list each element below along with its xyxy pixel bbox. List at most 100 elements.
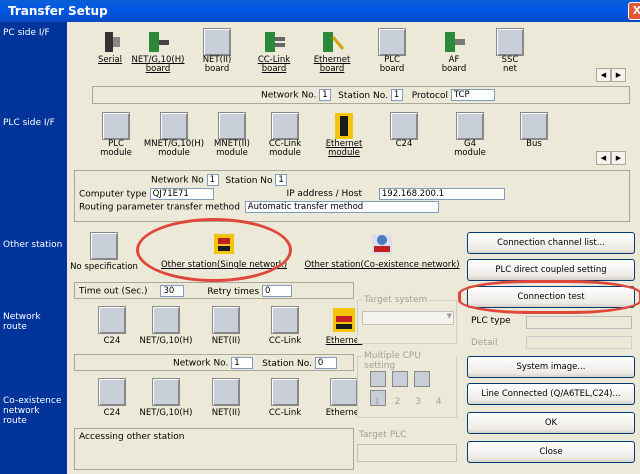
- pc-netg10-board[interactable]: NET/G,10(H) board: [128, 28, 188, 74]
- pc-serial[interactable]: Serial: [92, 28, 128, 65]
- route-station-no-field[interactable]: 0: [314, 357, 337, 369]
- route-network-no-field[interactable]: 1: [231, 357, 254, 369]
- plc-g4-module[interactable]: G4 module: [448, 112, 492, 158]
- pc-plc-board[interactable]: PLC board: [372, 28, 412, 74]
- route-c24[interactable]: C24: [92, 306, 132, 346]
- ssc-net-icon: [496, 28, 524, 56]
- network-route-settings: Network No. 1 Station No. 0: [74, 354, 354, 371]
- routing-method-field[interactable]: Automatic transfer method: [244, 201, 439, 213]
- netii-icon: [212, 378, 240, 406]
- sidebar-network-route: Network route: [3, 312, 41, 332]
- plc-direct-button[interactable]: PLC direct coupled setting: [467, 259, 635, 281]
- c24-icon: [98, 306, 126, 334]
- netg10-icon: [152, 306, 180, 334]
- board-icon: [144, 28, 172, 56]
- ok-button[interactable]: OK: [467, 412, 635, 434]
- sidebar-plc-side: PLC side I/F: [3, 118, 55, 128]
- serial-cable-icon: [96, 28, 124, 56]
- network-route-items: C24 NET/G,10(H) NET(II) CC-Link Ethernet: [92, 306, 366, 346]
- detail-field: [526, 336, 632, 349]
- plc-cclink-module[interactable]: CC-Link module: [260, 112, 310, 158]
- pc-ethernet-board[interactable]: Ethernet board: [308, 28, 356, 74]
- cpu-2-button[interactable]: [392, 371, 408, 387]
- timeout-settings: Time out (Sec.) 30 Retry times 0: [74, 282, 354, 299]
- plc-c24[interactable]: C24: [384, 112, 424, 149]
- scroll-left-icon[interactable]: ◀: [596, 151, 611, 165]
- cclink-board-icon: [260, 28, 288, 56]
- connection-channel-button[interactable]: Connection channel list...: [467, 232, 635, 254]
- plc-side-settings: Network No 1 Station No 1 Computer type …: [74, 170, 630, 222]
- retry-field[interactable]: 0: [262, 285, 293, 297]
- sidebar-other-station: Other station: [3, 240, 63, 250]
- route-netg10[interactable]: NET/G,10(H): [136, 306, 196, 346]
- title-bar: Transfer Setup X: [0, 0, 640, 22]
- mnetii-module-icon: [218, 112, 246, 140]
- other-station-coexist[interactable]: Other station(Co-existence network): [304, 230, 460, 270]
- close-button[interactable]: Close: [467, 441, 635, 463]
- netii-icon: [212, 306, 240, 334]
- other-station-no-spec[interactable]: No specification: [70, 232, 138, 272]
- coexist-cclink[interactable]: CC-Link: [260, 378, 310, 418]
- plc-network-no-field[interactable]: 1: [206, 174, 219, 186]
- coexist-netg10[interactable]: NET/G,10(H): [136, 378, 196, 418]
- plc-ethernet-module[interactable]: Ethernet module: [322, 112, 366, 158]
- plc-mnetii-module[interactable]: MNET(II) module: [210, 112, 254, 158]
- plc-board-icon: [378, 28, 406, 56]
- sidebar: PC side I/F PLC side I/F Other station N…: [0, 22, 67, 474]
- mnetg10-module-icon: [160, 112, 188, 140]
- target-system-group: Target system ▼: [357, 295, 457, 344]
- plc-module-icon: [102, 112, 130, 140]
- plc-station-no-field[interactable]: 1: [275, 174, 288, 186]
- plc-mnetg10-module[interactable]: MNET/G,10(H) module: [142, 112, 206, 158]
- cclink-icon: [271, 306, 299, 334]
- ethernet-route-icon: [330, 306, 358, 334]
- transfer-setup-window: Transfer Setup X PC side I/F PLC side I/…: [0, 0, 640, 474]
- coexistence-network-icon: [368, 230, 396, 258]
- pc-ssc-net[interactable]: SSC net: [490, 28, 530, 74]
- line-connected-button[interactable]: Line Connected (Q/A6TEL,C24)...: [467, 383, 635, 405]
- scroll-right-icon[interactable]: ▶: [611, 151, 626, 165]
- protocol-field[interactable]: TCP: [450, 89, 495, 101]
- target-plc-box: [357, 444, 457, 462]
- detail-label: Detail: [471, 338, 498, 348]
- close-icon[interactable]: X: [628, 2, 640, 20]
- plc-side-items: PLC module MNET/G,10(H) module MNET(II) …: [96, 112, 554, 158]
- pc-netii-board[interactable]: NET(II) board: [196, 28, 238, 74]
- highlight-ring-single: [136, 218, 292, 282]
- computer-type-field[interactable]: QJ71E71: [149, 187, 214, 200]
- ethernet-board-icon: [318, 28, 346, 56]
- pc-side-items: Serial NET/G,10(H) board NET(II) board C…: [92, 28, 530, 74]
- pc-station-no-field[interactable]: 1: [390, 89, 403, 101]
- plc-module[interactable]: PLC module: [96, 112, 136, 158]
- scroll-right-icon[interactable]: ▶: [611, 68, 626, 82]
- netii-board-icon: [203, 28, 231, 56]
- ip-address-field[interactable]: 192.168.200.1: [378, 187, 505, 200]
- cpu-3-button[interactable]: [414, 371, 430, 387]
- plc-side-scroll[interactable]: ◀ ▶: [596, 151, 626, 165]
- system-image-button[interactable]: System image...: [467, 356, 635, 378]
- plc-bus[interactable]: Bus: [514, 112, 554, 149]
- coexist-c24[interactable]: C24: [92, 378, 132, 418]
- cpu-1-button[interactable]: [370, 371, 386, 387]
- pc-network-no-field[interactable]: 1: [319, 89, 332, 101]
- scroll-left-icon[interactable]: ◀: [596, 68, 611, 82]
- target-system-dropdown[interactable]: ▼: [362, 311, 454, 325]
- coexist-route-items: C24 NET/G,10(H) NET(II) CC-Link Ethernet: [92, 378, 366, 418]
- pc-cclink-board[interactable]: CC-Link board: [246, 28, 302, 74]
- pc-side-settings: Network No. 1 Station No. 1 Protocol TCP: [92, 86, 630, 104]
- pc-side-scroll[interactable]: ◀ ▶: [596, 68, 626, 82]
- bus-icon: [520, 112, 548, 140]
- netg10-icon: [152, 378, 180, 406]
- plc-type-label: PLC type: [471, 316, 511, 326]
- timeout-field[interactable]: 30: [160, 285, 185, 297]
- route-cclink[interactable]: CC-Link: [260, 306, 310, 346]
- c24-icon: [390, 112, 418, 140]
- ethernet-module-icon: [330, 112, 358, 140]
- coexist-netii[interactable]: NET(II): [206, 378, 246, 418]
- window-title: Transfer Setup: [8, 4, 108, 18]
- no-specification-icon: [90, 232, 118, 260]
- pc-af-board[interactable]: AF board: [432, 28, 476, 74]
- g4-module-icon: [456, 112, 484, 140]
- route-netii[interactable]: NET(II): [206, 306, 246, 346]
- chevron-down-icon: ▼: [446, 312, 452, 320]
